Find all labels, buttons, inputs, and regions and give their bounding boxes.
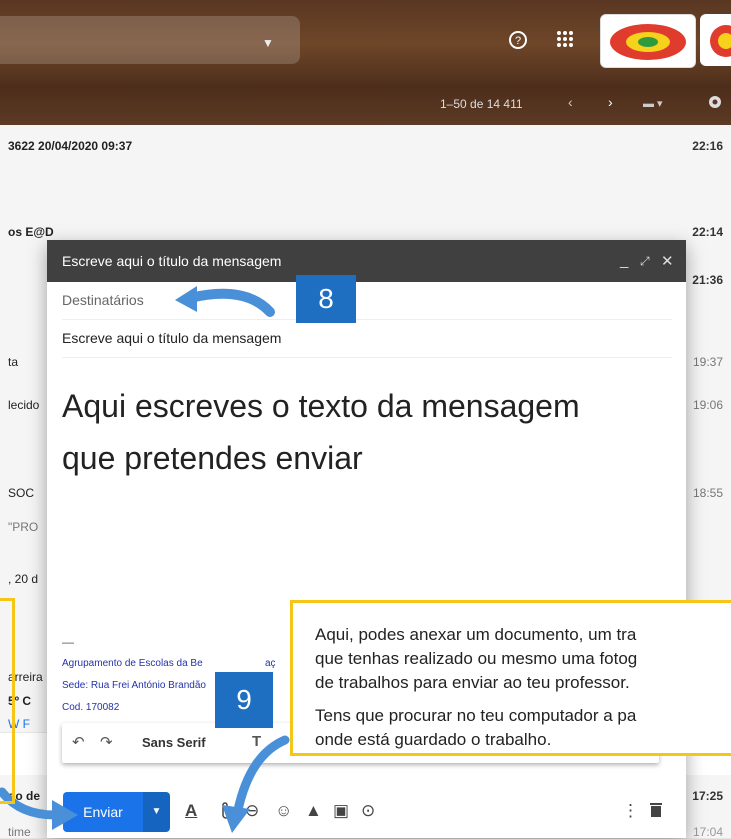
recipients-field[interactable]: Destinatários — [62, 282, 672, 320]
arrow-to-recipients — [175, 286, 275, 317]
email-time: 22:16 — [692, 139, 723, 153]
email-time: 22:14 — [692, 225, 723, 239]
email-sender: lecido — [8, 398, 40, 412]
email-time: 19:37 — [692, 355, 723, 369]
pagination-text: 1–50 de 14 411 — [440, 97, 523, 111]
signature-separator: — — [62, 635, 74, 649]
attach-tip-box: Aqui, podes anexar um documento, um tra … — [290, 600, 731, 756]
close-icon[interactable]: ✕ — [661, 252, 674, 270]
message-body[interactable]: Aqui escreves o texto da mensagem que pr… — [62, 380, 662, 484]
more-options-icon[interactable]: ⋮ — [622, 801, 639, 821]
email-sender: ta — [8, 355, 19, 369]
fullscreen-icon[interactable]: ⤢ — [640, 254, 650, 269]
compose-header[interactable]: Escreve aqui o título da mensagem _ ⤢ ✕ — [47, 240, 686, 282]
tip-text: de trabalhos para enviar ao teu professo… — [315, 673, 630, 692]
school-logo — [600, 14, 696, 68]
send-options-icon[interactable]: ▼ — [143, 792, 170, 832]
next-page-icon[interactable]: › — [608, 94, 613, 110]
tip-text: Tens que procurar no teu computador a pa — [315, 706, 637, 725]
email-sender: 3622 20/04/2020 09:37 — [8, 139, 133, 153]
email-time: 19:06 — [692, 398, 723, 412]
minimize-icon[interactable]: _ — [620, 252, 628, 269]
email-time: 21:36 — [692, 273, 723, 287]
discard-icon[interactable] — [649, 801, 663, 822]
email-snippet: , 20 d — [8, 572, 39, 586]
account-avatar[interactable] — [700, 14, 731, 66]
signature-line: Cod. 170082 — [62, 702, 120, 713]
confidential-mode-icon[interactable]: ⊙ — [361, 801, 375, 821]
undo-icon[interactable]: ↶ — [72, 733, 85, 751]
gear-icon[interactable] — [706, 93, 724, 116]
prev-page-icon[interactable]: ‹ — [568, 94, 573, 110]
tip-text: onde está guardado o trabalho. — [315, 730, 552, 749]
search-box[interactable] — [0, 16, 300, 64]
svg-text:?: ? — [515, 35, 521, 47]
step-8-badge: 8 — [296, 275, 356, 323]
signature-line: Agrupamento de Escolas da Be — [62, 658, 203, 669]
insert-photo-icon[interactable]: ▣ — [333, 801, 349, 821]
tip-text: que tenhas realizado ou mesmo uma fotog — [315, 649, 638, 668]
email-sender: os E@D — [8, 225, 54, 239]
signature-line: aç — [265, 658, 276, 669]
subject-field[interactable]: Escreve aqui o título da mensagem — [62, 320, 672, 358]
arrow-to-attach — [222, 735, 290, 833]
email-sender: SOC — [8, 486, 35, 500]
email-time: 17:25 — [692, 789, 723, 803]
email-time: 17:04 — [692, 825, 723, 839]
signature-line: Sede: Rua Frei António Brandão — [62, 680, 206, 691]
compose-title: Escreve aqui o título da mensagem — [62, 253, 282, 269]
body-line: Aqui escreves o texto da mensagem — [62, 388, 580, 424]
search-options-icon[interactable]: ▼ — [262, 36, 274, 50]
redo-icon[interactable]: ↷ — [100, 733, 113, 751]
formatting-options-icon[interactable]: A — [185, 801, 197, 821]
font-select[interactable]: Sans Serif — [142, 735, 206, 750]
email-time: 18:55 — [692, 486, 723, 500]
highlight-box-left — [0, 598, 15, 804]
email-snippet: "PRO — [8, 520, 39, 534]
tip-text: Aqui, podes anexar um documento, um tra — [315, 625, 637, 644]
body-line: que pretendes enviar — [62, 440, 363, 476]
drive-icon[interactable]: ▲ — [305, 801, 322, 821]
step-9-badge: 9 — [215, 672, 273, 728]
help-circle-icon[interactable]: ? — [508, 30, 528, 56]
keyboard-icon[interactable]: ▬ ▾ — [643, 97, 663, 110]
apps-grid-icon[interactable] — [556, 30, 574, 54]
list-item[interactable]: 3622 20/04/2020 09:37 22:16 — [0, 125, 731, 196]
